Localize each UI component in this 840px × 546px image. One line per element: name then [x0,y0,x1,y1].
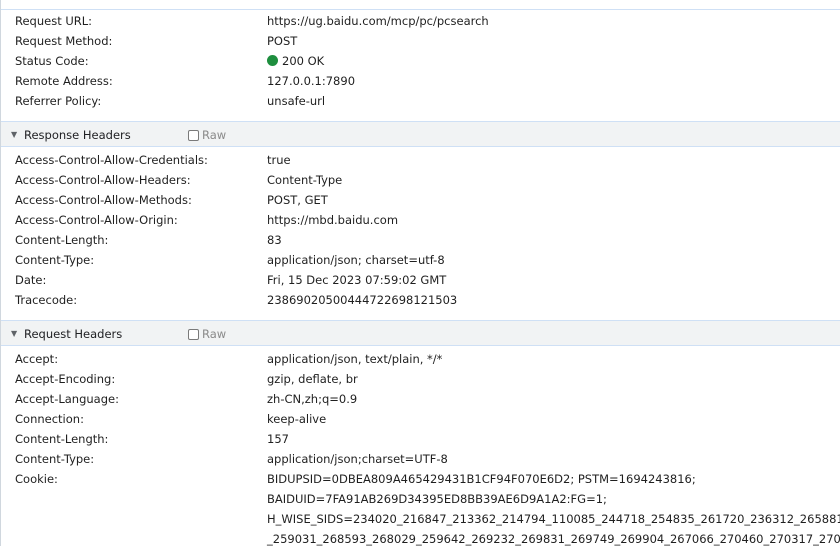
section-header-response-headers[interactable]: ▼ Response Headers Raw [1,121,840,147]
header-key: Access-Control-Allow-Credentials: [15,153,208,167]
raw-toggle[interactable]: Raw [188,122,226,148]
header-key: Date: [15,273,47,287]
header-row: Access-Control-Allow-Credentials: true [1,150,840,170]
header-key: Accept-Language: [15,392,119,406]
header-row: Access-Control-Allow-Headers: Content-Typ… [1,170,840,190]
header-key: Cookie: [15,472,58,486]
collapse-triangle-icon[interactable]: ▼ [11,122,17,148]
cookie-line: _259031_268593_268029_259642_269232_2698… [1,529,840,546]
header-key: Connection: [15,412,84,426]
header-value[interactable]: H_WISE_SIDS=234020_216847_213362_214794_… [267,509,840,529]
general-row-referrer-policy: Referrer Policy: unsafe-url [1,91,840,111]
header-value[interactable]: POST, GET [267,190,328,210]
header-value[interactable]: 83 [267,230,282,250]
general-row-status-code: Status Code: 200 OK [1,51,840,71]
raw-toggle[interactable]: Raw [188,321,226,347]
header-value[interactable]: BIDUPSID=0DBEA809A465429431B1CF94F070E6D… [267,469,696,489]
header-key: Tracecode: [15,293,78,307]
header-value[interactable]: Content-Type [267,170,342,190]
header-value[interactable]: zh-CN,zh;q=0.9 [267,389,357,409]
header-key: Access-Control-Allow-Methods: [15,193,192,207]
header-key: Access-Control-Allow-Headers: [15,173,191,187]
header-key: Request Method: [15,34,113,48]
headers-panel: Request URL: https://ug.baidu.com/mcp/pc… [0,0,840,546]
raw-label[interactable]: Raw [202,122,226,148]
cookie-line: H_WISE_SIDS=234020_216847_213362_214794_… [1,509,840,529]
header-key: Access-Control-Allow-Origin: [15,213,178,227]
status-text: 200 OK [282,54,325,68]
raw-checkbox[interactable] [188,328,199,340]
header-value[interactable]: application/json, text/plain, */* [267,349,442,369]
collapse-triangle-icon[interactable]: ▼ [11,321,17,347]
header-key: Remote Address: [15,74,113,88]
general-row-remote-address: Remote Address: 127.0.0.1:7890 [1,71,840,91]
header-key: Content-Type: [15,253,95,267]
header-value[interactable]: https://ug.baidu.com/mcp/pc/pcsearch [267,11,489,31]
header-row: Accept-Language: zh-CN,zh;q=0.9 [1,389,840,409]
header-key: Content-Length: [15,432,109,446]
header-key: Accept-Encoding: [15,372,116,386]
header-key: Status Code: [15,54,89,68]
raw-checkbox[interactable] [188,129,199,141]
raw-label[interactable]: Raw [202,321,226,347]
header-row: Access-Control-Allow-Origin: https://mbd.… [1,210,840,230]
header-value[interactable]: application/json; charset=utf-8 [267,250,445,270]
header-key: Content-Length: [15,233,109,247]
header-value[interactable]: application/json;charset=UTF-8 [267,449,448,469]
header-value[interactable]: gzip, deflate, br [267,369,358,389]
general-row-request-url: Request URL: https://ug.baidu.com/mcp/pc… [1,11,840,31]
header-value[interactable]: 127.0.0.1:7890 [267,71,355,91]
header-value[interactable]: unsafe-url [267,91,325,111]
status-value[interactable]: 200 OK [267,51,324,71]
top-divider [1,0,840,10]
section-header-request-headers[interactable]: ▼ Request Headers Raw [1,320,840,346]
header-value[interactable]: 23869020500444722698121503 [267,290,457,310]
header-value[interactable]: keep-alive [267,409,326,429]
header-row: Content-Length: 157 [1,429,840,449]
header-row: Content-Type: application/json;charset=UT… [1,449,840,469]
header-value[interactable]: Fri, 15 Dec 2023 07:59:02 GMT [267,270,446,290]
status-dot-icon [267,55,278,66]
cookie-line: BAIDUID=7FA91AB269D34395ED8BB39AE6D9A1A2… [1,489,840,509]
section-title[interactable]: Request Headers [24,321,122,347]
header-row: Content-Length: 83 [1,230,840,250]
header-row: Access-Control-Allow-Methods: POST, GET [1,190,840,210]
header-row: Connection: keep-alive [1,409,840,429]
header-key: Referrer Policy: [15,94,102,108]
header-row: Cookie: BIDUPSID=0DBEA809A465429431B1CF94… [1,469,840,489]
header-key: Accept: [15,352,59,366]
general-row-request-method: Request Method: POST [1,31,840,51]
header-row: Date: Fri, 15 Dec 2023 07:59:02 GMT [1,270,840,290]
header-key: Request URL: [15,14,93,28]
header-value[interactable]: BAIDUID=7FA91AB269D34395ED8BB39AE6D9A1A2… [267,489,607,509]
header-value[interactable]: POST [267,31,297,51]
header-row: Accept: application/json, text/plain, */* [1,349,840,369]
header-value[interactable]: https://mbd.baidu.com [267,210,398,230]
header-key: Content-Type: [15,452,95,466]
section-title[interactable]: Response Headers [24,122,131,148]
header-value[interactable]: _259031_268593_268029_259642_269232_2698… [267,529,840,546]
header-row: Content-Type: application/json; charset=u… [1,250,840,270]
header-value[interactable]: true [267,150,291,170]
header-row: Accept-Encoding: gzip, deflate, br [1,369,840,389]
header-row: Tracecode: 23869020500444722698121503 [1,290,840,310]
header-value[interactable]: 157 [267,429,289,449]
